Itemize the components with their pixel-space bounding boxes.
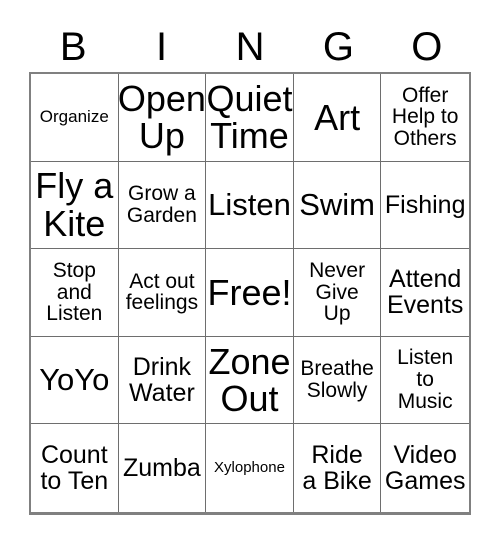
bingo-cell-g4[interactable]: Breathe Slowly xyxy=(293,336,382,425)
bingo-cell-label: Quiet Time xyxy=(206,77,293,157)
bingo-cell-i4[interactable]: Drink Water xyxy=(118,336,207,425)
bingo-cell-label: Stop and Listen xyxy=(46,258,103,326)
bingo-cell-n5[interactable]: Xylophone xyxy=(206,424,294,512)
bingo-cell-label: YoYo xyxy=(39,361,110,397)
bingo-cell-label: Breathe Slowly xyxy=(300,357,374,403)
bingo-cell-b1[interactable]: Organize xyxy=(31,74,119,162)
bingo-cell-b4[interactable]: YoYo xyxy=(31,336,119,425)
bingo-cell-n2[interactable]: Listen xyxy=(206,161,294,250)
bingo-cell-label: Listen to Music xyxy=(397,346,454,413)
bingo-grid: Organize Open Up Quiet Time Art Offer He… xyxy=(29,72,471,515)
bingo-cell-label: Art xyxy=(314,96,361,138)
bingo-cell-b2[interactable]: Fly a Kite xyxy=(31,161,119,250)
bingo-cell-b3[interactable]: Stop and Listen xyxy=(31,249,119,337)
bingo-header-letter-o: O xyxy=(411,25,443,69)
bingo-cell-label: Count to Ten xyxy=(40,441,109,496)
bingo-cell-n1[interactable]: Quiet Time xyxy=(206,74,294,162)
bingo-cell-o5[interactable]: Video Games xyxy=(381,424,469,512)
bingo-cell-g2[interactable]: Swim xyxy=(293,161,382,250)
bingo-cell-o1[interactable]: Offer Help to Others xyxy=(381,74,469,162)
bingo-card: B I N G O Organize Open Up Quiet Time Ar… xyxy=(0,0,500,544)
bingo-header-letter-n: N xyxy=(235,25,265,69)
bingo-cell-label: Fly a Kite xyxy=(35,165,114,244)
bingo-header-row: B I N G O xyxy=(29,22,471,72)
bingo-cell-g3[interactable]: Never Give Up xyxy=(293,249,382,337)
bingo-cell-label: Grow a Garden xyxy=(126,182,197,227)
bingo-header-letter-b: B xyxy=(59,25,87,69)
bingo-cell-i5[interactable]: Zumba xyxy=(118,424,207,512)
bingo-cell-i3[interactable]: Act out feelings xyxy=(118,249,207,337)
bingo-cell-free-space[interactable]: Free! xyxy=(206,249,294,337)
bingo-cell-i2[interactable]: Grow a Garden xyxy=(118,161,207,250)
bingo-cell-label: Organize xyxy=(39,107,109,127)
bingo-cell-label: Zumba xyxy=(122,454,201,483)
bingo-cell-label: Video Games xyxy=(384,441,466,496)
bingo-header-letter-g: G xyxy=(322,25,354,69)
bingo-cell-label: Swim xyxy=(299,186,375,222)
bingo-cell-label: Xylophone xyxy=(214,459,285,477)
bingo-cell-label: Listen xyxy=(208,186,291,222)
bingo-cell-o3[interactable]: Attend Events xyxy=(381,249,469,337)
bingo-header-letter-i: I xyxy=(156,25,168,69)
bingo-cell-label: Attend Events xyxy=(386,265,464,320)
bingo-cell-i1[interactable]: Open Up xyxy=(118,74,207,162)
bingo-cell-label: Ride a Bike xyxy=(302,441,372,496)
bingo-cell-label: Free! xyxy=(207,271,292,313)
bingo-cell-n4[interactable]: Zone Out xyxy=(206,336,294,425)
bingo-cell-o2[interactable]: Fishing xyxy=(381,161,469,250)
bingo-cell-b5[interactable]: Count to Ten xyxy=(31,424,119,512)
bingo-cell-label: Zone Out xyxy=(208,340,291,420)
bingo-cell-label: Fishing xyxy=(384,190,466,219)
bingo-cell-g5[interactable]: Ride a Bike xyxy=(293,424,382,512)
bingo-cell-label: Open Up xyxy=(118,77,206,157)
bingo-cell-label: Drink Water xyxy=(129,353,195,408)
bingo-cell-label: Offer Help to Others xyxy=(391,83,459,151)
bingo-cell-label: Act out feelings xyxy=(125,269,199,315)
bingo-cell-o4[interactable]: Listen to Music xyxy=(381,336,469,425)
bingo-cell-g1[interactable]: Art xyxy=(293,74,382,162)
bingo-cell-label: Never Give Up xyxy=(309,258,366,326)
